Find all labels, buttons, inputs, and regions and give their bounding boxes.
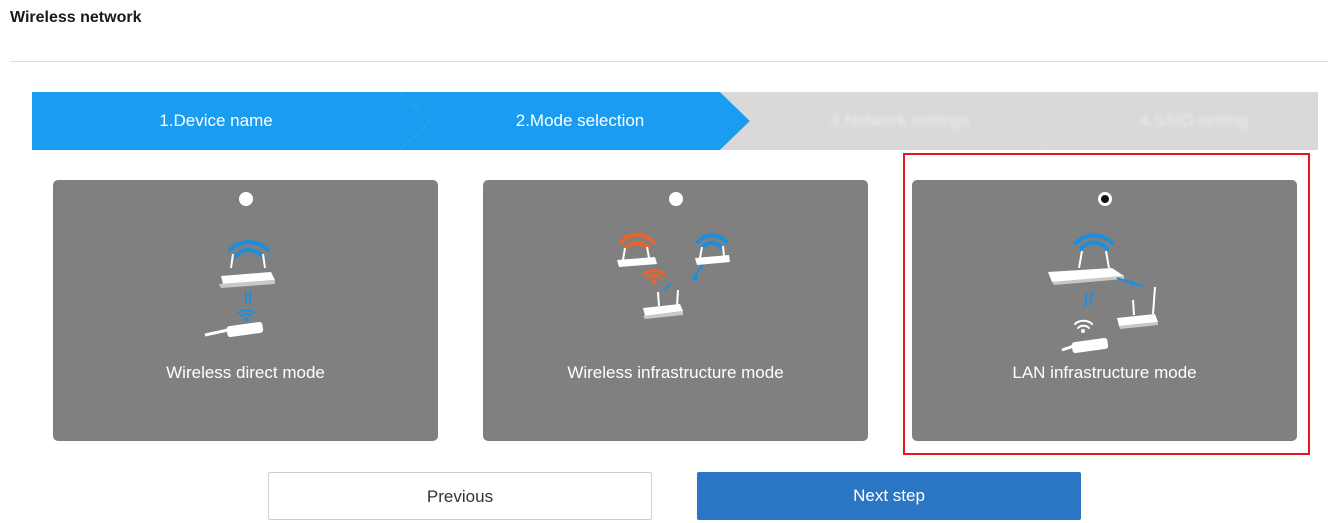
mode-card-wireless-direct[interactable]: Wireless direct mode — [53, 180, 438, 441]
selection-highlight — [903, 153, 1310, 455]
router-to-dongle-icon — [204, 240, 275, 338]
page-title: Wireless network — [10, 9, 142, 26]
previous-button[interactable]: Previous — [268, 472, 652, 520]
step-3-label: 3.Network settings — [830, 111, 970, 130]
mode-label-wireless-direct: Wireless direct mode — [166, 363, 325, 382]
router-to-router-dongle-icon — [617, 232, 730, 319]
step-2-label: 2.Mode selection — [515, 111, 645, 130]
mode-card-wireless-infrastructure[interactable]: Wireless infrastructure mode — [483, 180, 868, 441]
stepper: 1.Device name 2.Mode selection 3.Network… — [32, 92, 1318, 150]
mode-label-wireless-infrastructure: Wireless infrastructure mode — [567, 363, 784, 382]
next-step-button[interactable]: Next step — [697, 472, 1081, 520]
step-1-label: 1.Device name — [159, 111, 273, 130]
step-4-label: 4.SSID setting — [1139, 111, 1249, 130]
divider — [10, 61, 1328, 62]
